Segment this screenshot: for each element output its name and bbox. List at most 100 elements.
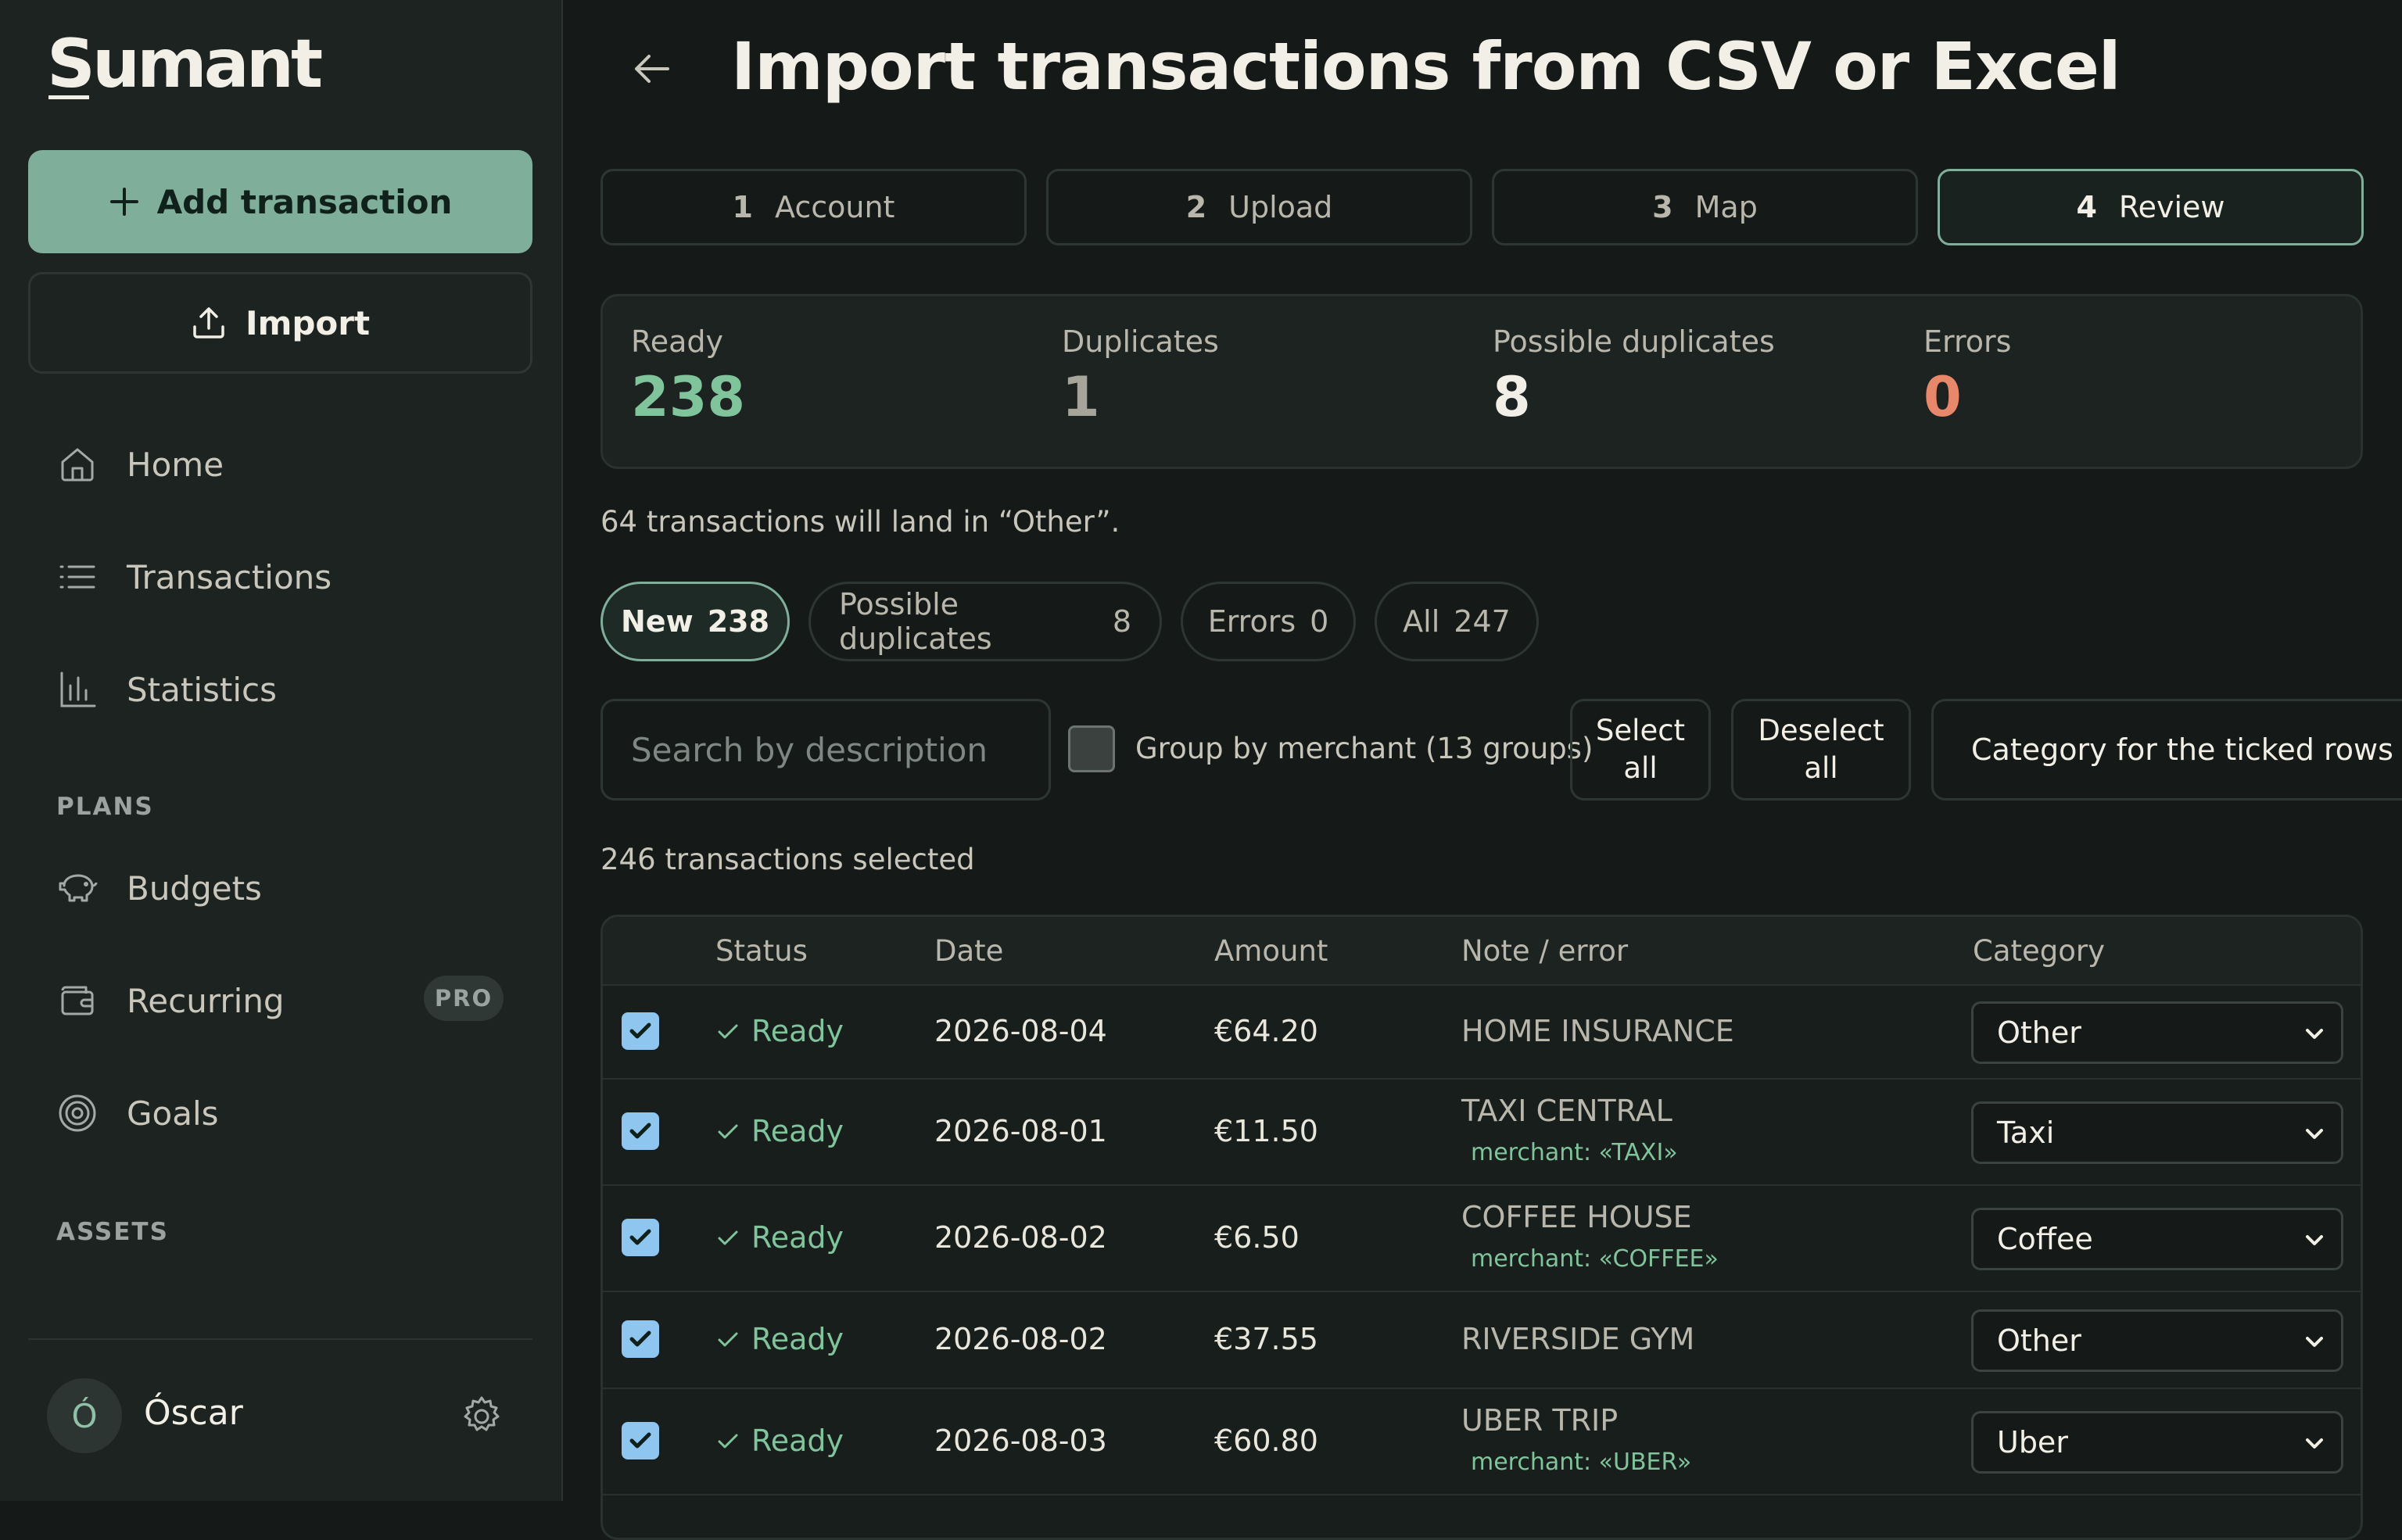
sidebar-item-label: Budgets — [127, 868, 262, 908]
row-note: TAXI CENTRAL — [1461, 1094, 1672, 1128]
step-account[interactable]: 1 Account — [600, 169, 1027, 245]
row-checkbox[interactable] — [622, 1219, 659, 1256]
import-label: Import — [245, 303, 371, 342]
section-label-assets: ASSETS — [56, 1218, 169, 1246]
transactions-table: Status Date Amount Note / error Category… — [600, 915, 2363, 1540]
deselect-all-button[interactable]: Deselect all — [1731, 699, 1911, 800]
row-checkbox[interactable] — [622, 1320, 659, 1358]
filter-all[interactable]: All 247 — [1375, 582, 1539, 661]
filter-count: 247 — [1454, 604, 1511, 639]
logo-underline — [48, 95, 89, 99]
filter-possible-duplicates[interactable]: Possible duplicates 8 — [808, 582, 1162, 661]
row-category-select[interactable]: Other — [1971, 1309, 2343, 1372]
row-date: 2026-08-02 — [934, 1220, 1107, 1255]
filter-count: 0 — [1310, 604, 1329, 639]
row-checkbox[interactable] — [622, 1012, 659, 1050]
row-category-value: Other — [1997, 1015, 2081, 1050]
row-category-value: Other — [1997, 1323, 2081, 1358]
status-label: Ready — [751, 1014, 844, 1048]
avatar[interactable]: Ó — [47, 1378, 122, 1453]
step-number: 3 — [1652, 190, 1673, 224]
search-input[interactable] — [600, 699, 1051, 800]
stat-value: 8 — [1493, 365, 1531, 429]
sidebar-item-label: Recurring — [127, 981, 285, 1020]
filter-label: New — [621, 604, 694, 639]
group-by-merchant-label: Group by merchant (13 groups) — [1135, 732, 1594, 765]
piggy-bank-icon — [56, 867, 99, 909]
wallet-icon — [56, 980, 99, 1022]
table-row[interactable]: Ready 2026-08-04 €64.20 HOME INSURANCE O… — [603, 986, 2361, 1080]
section-label-plans: PLANS — [56, 793, 154, 821]
back-arrow-icon[interactable] — [630, 47, 674, 91]
group-by-merchant-checkbox[interactable] — [1068, 725, 1115, 772]
step-label: Upload — [1228, 190, 1333, 224]
brand-logo[interactable]: Sumant — [47, 25, 323, 103]
filter-count: 238 — [707, 604, 770, 639]
table-row[interactable]: Ready 2026-08-02 €37.55 RIVERSIDE GYM Ot… — [603, 1292, 2361, 1389]
row-category-value: Coffee — [1997, 1222, 2093, 1256]
table-row[interactable]: Ready 2026-08-02 €6.50 COFFEE HOUSE merc… — [603, 1186, 2361, 1292]
column-header-status[interactable]: Status — [715, 934, 808, 968]
column-header-note[interactable]: Note / error — [1461, 934, 1628, 968]
table-row[interactable]: Ready 2026-08-03 €60.80 UBER TRIP mercha… — [603, 1389, 2361, 1495]
bulk-category-label: Category for the ticked rows — [1971, 732, 2393, 767]
filter-new[interactable]: New 238 — [600, 582, 790, 661]
stat-label: Errors — [1923, 324, 2012, 359]
row-checkbox[interactable] — [622, 1422, 659, 1459]
row-category-select[interactable]: Uber — [1971, 1411, 2343, 1474]
sidebar-item-goals[interactable]: Goals — [56, 1082, 525, 1144]
user-name[interactable]: Óscar — [144, 1393, 243, 1433]
sidebar-item-budgets[interactable]: Budgets — [56, 857, 525, 919]
row-status: Ready — [715, 1114, 844, 1148]
pro-badge: PRO — [424, 976, 504, 1021]
sidebar: Sumant Add transaction Import Home Trans… — [0, 0, 563, 1501]
column-header-category[interactable]: Category — [1973, 934, 2105, 968]
sidebar-item-transactions[interactable]: Transactions — [56, 546, 525, 608]
row-date: 2026-08-04 — [934, 1014, 1107, 1048]
step-label: Map — [1694, 190, 1758, 224]
stats-panel: Ready 238 Duplicates 1 Possible duplicat… — [600, 294, 2363, 469]
sidebar-item-statistics[interactable]: Statistics — [56, 658, 525, 721]
bar-chart-icon — [56, 668, 99, 711]
check-icon — [718, 1332, 738, 1347]
row-category-value: Uber — [1997, 1425, 2068, 1459]
row-category-value: Taxi — [1997, 1116, 2055, 1150]
row-category-select[interactable]: Coffee — [1971, 1208, 2343, 1270]
check-icon — [718, 1124, 738, 1139]
row-checkbox[interactable] — [622, 1112, 659, 1150]
filter-errors[interactable]: Errors 0 — [1181, 582, 1356, 661]
step-number: 1 — [732, 190, 753, 224]
row-category-select[interactable]: Taxi — [1971, 1101, 2343, 1164]
row-category-select[interactable]: Other — [1971, 1001, 2343, 1064]
column-header-date[interactable]: Date — [934, 934, 1003, 968]
step-review[interactable]: 4 Review — [1938, 169, 2364, 245]
row-note: RIVERSIDE GYM — [1461, 1322, 1695, 1356]
row-status: Ready — [715, 1220, 844, 1255]
step-label: Account — [775, 190, 895, 224]
plus-icon — [109, 188, 138, 216]
step-number: 4 — [2076, 190, 2097, 224]
row-amount: €60.80 — [1214, 1424, 1318, 1458]
filter-label: Possible duplicates — [839, 587, 992, 656]
sidebar-item-home[interactable]: Home — [56, 433, 525, 496]
row-amount: €37.55 — [1214, 1322, 1318, 1356]
step-upload[interactable]: 2 Upload — [1046, 169, 1472, 245]
check-icon — [629, 1022, 651, 1039]
import-button[interactable]: Import — [28, 272, 532, 374]
sidebar-item-label: Transactions — [127, 557, 332, 596]
select-all-button[interactable]: Select all — [1570, 699, 1711, 800]
table-row[interactable]: Ready 2026-08-01 €11.50 TAXI CENTRAL mer… — [603, 1080, 2361, 1186]
step-map[interactable]: 3 Map — [1492, 169, 1918, 245]
page-title: Import transactions from CSV or Excel — [731, 28, 2121, 105]
sidebar-item-label: Home — [127, 445, 224, 484]
row-date: 2026-08-03 — [934, 1424, 1107, 1458]
gear-icon[interactable] — [460, 1395, 504, 1438]
bulk-category-dropdown[interactable]: Category for the ticked rows — [1931, 699, 2402, 800]
add-transaction-button[interactable]: Add transaction — [28, 150, 532, 253]
stat-possible-duplicates: Possible duplicates 8 — [1493, 324, 1775, 429]
row-merchant: merchant: «UBER» — [1471, 1449, 1692, 1476]
row-amount: €11.50 — [1214, 1114, 1318, 1148]
column-header-amount[interactable]: Amount — [1214, 934, 1328, 968]
check-icon — [629, 1330, 651, 1347]
row-amount: €64.20 — [1214, 1014, 1318, 1048]
